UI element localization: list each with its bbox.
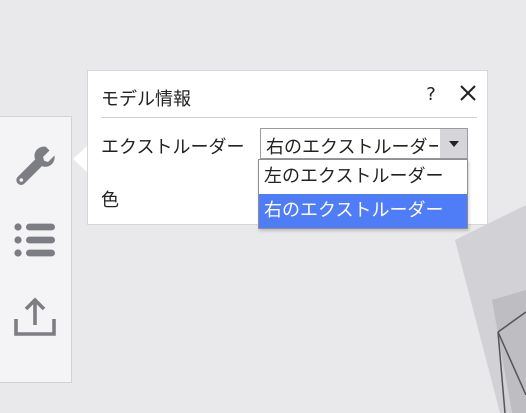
title-divider <box>101 117 477 118</box>
option-left-extruder[interactable]: 左のエクストルーダー <box>259 160 467 194</box>
upload-tool-button[interactable] <box>12 293 58 339</box>
extruder-select[interactable]: 右のエクストルーダー <box>260 128 468 159</box>
list-icon <box>14 223 55 257</box>
close-button[interactable] <box>457 82 479 104</box>
color-label: 色 <box>101 190 119 211</box>
dropdown-arrow-icon[interactable] <box>440 129 467 158</box>
panel-pointer <box>73 145 88 173</box>
close-icon <box>460 85 476 101</box>
help-button[interactable]: ? <box>421 84 441 105</box>
option-right-extruder[interactable]: 右のエクストルーダー <box>259 194 467 228</box>
extruder-label: エクストルーダー <box>101 137 245 158</box>
panel-title: モデル情報 <box>101 89 191 110</box>
extruder-select-value: 右のエクストルーダー <box>266 137 438 158</box>
wrench-icon <box>16 146 55 185</box>
left-toolbar <box>0 116 72 383</box>
upload-icon <box>14 297 56 336</box>
extruder-options-list: 左のエクストルーダー 右のエクストルーダー <box>258 159 468 229</box>
list-tool-button[interactable] <box>12 217 58 263</box>
wrench-tool-button[interactable] <box>12 143 58 189</box>
